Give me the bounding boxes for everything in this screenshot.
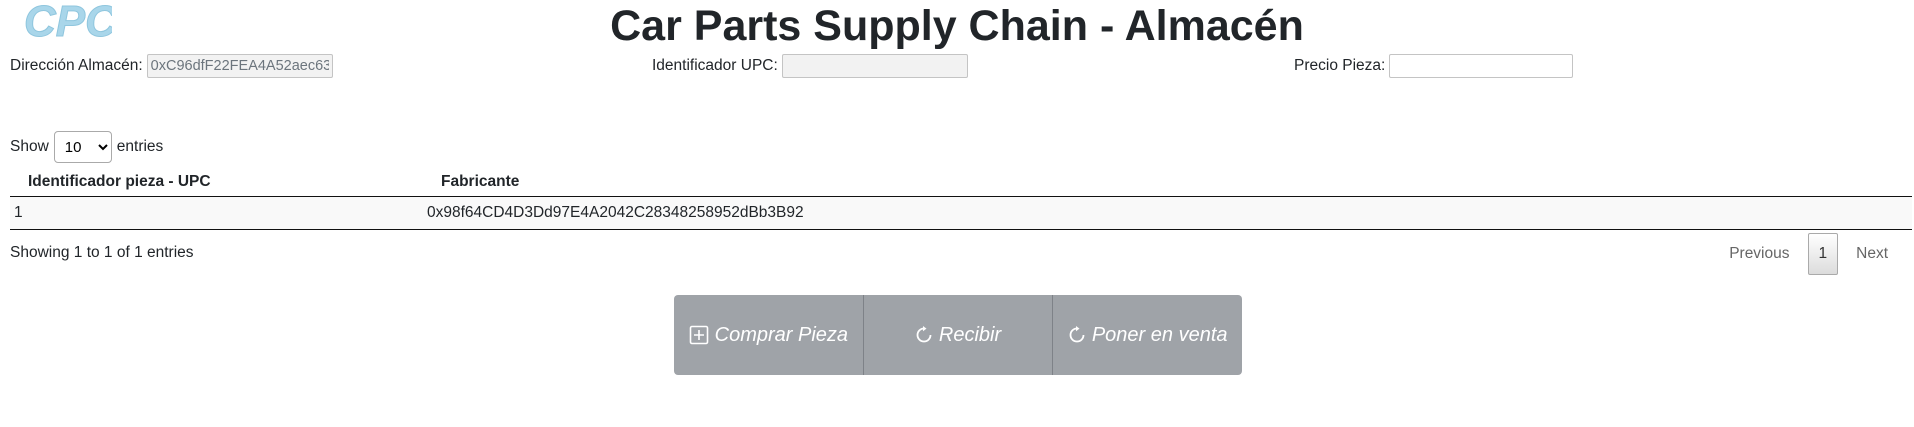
buy-part-button[interactable]: Comprar Pieza xyxy=(674,295,864,375)
parts-table: Identificador pieza - UPC Fabricante 1 0… xyxy=(10,168,1912,230)
cell-manufacturer: 0x98f64CD4D3Dd97E4A2042C28348258952dBb3B… xyxy=(419,196,1912,230)
put-on-sale-button[interactable]: Poner en venta xyxy=(1053,295,1242,375)
upc-label: Identificador UPC: xyxy=(652,57,778,74)
receive-button[interactable]: Recibir xyxy=(864,295,1054,375)
pagination: Previous 1 Next xyxy=(1713,233,1904,275)
refresh-icon xyxy=(1068,326,1086,344)
next-page-button[interactable]: Next xyxy=(1840,237,1904,271)
warehouse-address-field: Dirección Almacén: xyxy=(10,54,333,78)
entries-per-page-select[interactable]: 10 xyxy=(53,131,112,163)
table-row[interactable]: 1 0x98f64CD4D3Dd97E4A2042C28348258952dBb… xyxy=(10,196,1912,230)
column-header-upc[interactable]: Identificador pieza - UPC xyxy=(10,168,419,197)
page: CPC Car Parts Supply Chain - Almacén Dir… xyxy=(0,0,1914,427)
upc-input[interactable] xyxy=(781,54,968,78)
price-label: Precio Pieza: xyxy=(1294,57,1386,74)
table-info: Showing 1 to 1 of 1 entries xyxy=(10,244,194,261)
upc-field: Identificador UPC: xyxy=(652,54,968,78)
table-header-row: Identificador pieza - UPC Fabricante xyxy=(10,168,1912,197)
plus-square-icon xyxy=(689,325,709,345)
put-on-sale-label: Poner en venta xyxy=(1091,323,1228,346)
price-input[interactable] xyxy=(1389,54,1574,78)
price-field: Precio Pieza: xyxy=(1294,54,1574,78)
refresh-icon xyxy=(915,326,933,344)
action-button-group: Comprar Pieza Recibir Poner en venta xyxy=(674,295,1242,375)
entries-label: entries xyxy=(116,138,164,155)
show-label: Show xyxy=(10,138,49,155)
warehouse-address-label: Dirección Almacén: xyxy=(10,57,143,74)
previous-page-button[interactable]: Previous xyxy=(1713,237,1805,271)
page-title: Car Parts Supply Chain - Almacén xyxy=(610,2,1304,50)
page-1-button[interactable]: 1 xyxy=(1807,233,1839,275)
warehouse-address-input[interactable] xyxy=(146,54,333,78)
receive-label: Recibir xyxy=(938,323,1002,346)
cell-upc: 1 xyxy=(10,196,419,230)
entries-length-control: Show 10 entries xyxy=(10,131,163,163)
buy-part-label: Comprar Pieza xyxy=(714,323,849,346)
column-header-manufacturer[interactable]: Fabricante xyxy=(419,168,1912,197)
